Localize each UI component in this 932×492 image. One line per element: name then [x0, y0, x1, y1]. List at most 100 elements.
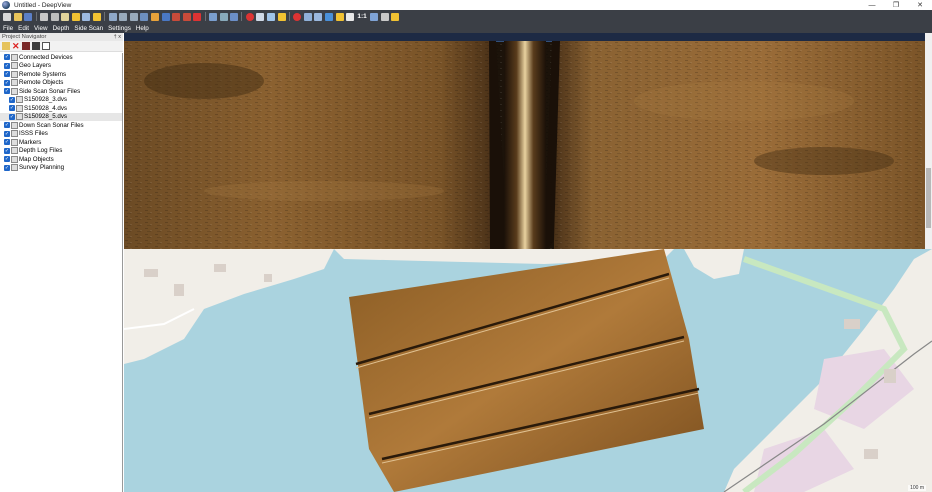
- sonar-connect-icon[interactable]: [303, 12, 312, 21]
- tree-item[interactable]: ✓ S150928_5.dvs: [0, 112, 122, 121]
- export-file-icon[interactable]: [32, 42, 40, 50]
- measure-tool-icon[interactable]: [129, 12, 138, 21]
- file-icon[interactable]: [16, 96, 23, 104]
- sonar-settings-icon[interactable]: [314, 12, 323, 21]
- file-icon[interactable]: [16, 104, 23, 112]
- tree-item[interactable]: ✓ ISSS Files: [0, 130, 122, 139]
- tree-item-label: Map Objects: [19, 155, 54, 163]
- export-icon[interactable]: [266, 12, 275, 21]
- expand-icon[interactable]: [11, 79, 18, 87]
- expand-icon[interactable]: [11, 121, 18, 129]
- map-view[interactable]: 100 m: [124, 249, 932, 492]
- pan-tool-icon[interactable]: [108, 12, 117, 21]
- menu-depth[interactable]: Depth: [51, 25, 72, 32]
- delete-icon[interactable]: ✕: [12, 42, 20, 51]
- checkbox-checked-icon[interactable]: ✓: [9, 113, 15, 120]
- refresh-icon[interactable]: [230, 12, 239, 21]
- scrollbar-thumb[interactable]: [926, 168, 931, 228]
- menu-edit[interactable]: Edit: [16, 25, 31, 32]
- checkbox-checked-icon[interactable]: ✓: [9, 105, 15, 112]
- expand-icon[interactable]: [11, 155, 18, 163]
- grid-icon[interactable]: [219, 12, 228, 21]
- tree-item[interactable]: ✓ Remote Systems: [0, 70, 122, 79]
- checkbox-checked-icon[interactable]: ✓: [4, 62, 10, 69]
- record-icon[interactable]: [245, 12, 254, 21]
- layer-tool-icon[interactable]: [93, 12, 102, 21]
- paste-icon[interactable]: [61, 12, 70, 21]
- rectangle-tool-icon[interactable]: [161, 12, 170, 21]
- layers-icon[interactable]: [208, 12, 217, 21]
- text-tool-icon[interactable]: [71, 12, 80, 21]
- expand-icon[interactable]: [11, 70, 18, 78]
- checkbox-checked-icon[interactable]: ✓: [4, 122, 10, 129]
- tree-item[interactable]: ✓ Geo Layers: [0, 62, 122, 71]
- expand-icon[interactable]: [11, 138, 18, 146]
- tree-item[interactable]: ✓ Depth Log Files: [0, 147, 122, 156]
- save-icon[interactable]: [24, 12, 33, 21]
- checkbox-checked-icon[interactable]: ✓: [4, 164, 10, 171]
- window-icon[interactable]: [42, 42, 50, 50]
- expand-icon[interactable]: [11, 130, 18, 138]
- tree-item[interactable]: ✓ Side Scan Sonar Files: [0, 87, 122, 96]
- menu-view[interactable]: View: [32, 25, 50, 32]
- open-folder-icon[interactable]: [13, 12, 22, 21]
- report-icon[interactable]: [277, 12, 286, 21]
- menu-settings[interactable]: Settings: [106, 25, 133, 32]
- checkbox-checked-icon[interactable]: ✓: [4, 147, 10, 154]
- document-icon[interactable]: [256, 12, 265, 21]
- expand-icon[interactable]: [11, 53, 18, 61]
- maximize-button[interactable]: ❐: [884, 0, 908, 10]
- new-file-icon[interactable]: [3, 12, 12, 21]
- tree-item[interactable]: ✓ Remote Objects: [0, 79, 122, 88]
- properties-icon[interactable]: [22, 42, 30, 50]
- menu-file[interactable]: File: [1, 25, 15, 32]
- expand-icon[interactable]: [11, 62, 18, 70]
- select-tool-icon[interactable]: [119, 12, 128, 21]
- menu-help[interactable]: Help: [134, 25, 151, 32]
- checkbox-checked-icon[interactable]: ✓: [4, 88, 10, 95]
- expand-icon[interactable]: [11, 164, 18, 172]
- pin-close-icon[interactable]: † x: [114, 33, 121, 41]
- menu-side-scan[interactable]: Side Scan: [72, 25, 105, 32]
- image-tool-icon[interactable]: [82, 12, 91, 21]
- record-track-icon[interactable]: [293, 12, 302, 21]
- filter-icon[interactable]: [324, 12, 333, 21]
- tree-item[interactable]: ✓ S150928_3.dvs: [0, 96, 122, 105]
- pen-icon[interactable]: [370, 12, 379, 21]
- tree-item[interactable]: ✓ Connected Devices: [0, 53, 122, 62]
- checkbox-checked-icon[interactable]: ✓: [4, 156, 10, 163]
- file-icon[interactable]: [16, 113, 23, 121]
- copy-icon[interactable]: [50, 12, 59, 21]
- tree-item[interactable]: ✓ Map Objects: [0, 155, 122, 164]
- tree-item[interactable]: ✓ Down Scan Sonar Files: [0, 121, 122, 130]
- checkbox-checked-icon[interactable]: ✓: [4, 130, 10, 137]
- zoom-one-to-one-button[interactable]: 1:1: [357, 13, 366, 20]
- side-scan-waterfall[interactable]: [124, 33, 932, 249]
- cut-icon[interactable]: [40, 12, 49, 21]
- checkbox-checked-icon[interactable]: ✓: [4, 79, 10, 86]
- mosaic-icon[interactable]: [335, 12, 344, 21]
- checkbox-checked-icon[interactable]: ✓: [4, 139, 10, 146]
- tree-item[interactable]: ✓ Markers: [0, 138, 122, 147]
- tile-icon[interactable]: [346, 12, 355, 21]
- vertical-scrollbar[interactable]: [925, 33, 932, 249]
- folder-icon[interactable]: [2, 42, 10, 50]
- redo-icon[interactable]: [182, 12, 191, 21]
- zoom-icon[interactable]: [391, 12, 400, 21]
- close-button[interactable]: ✕: [908, 0, 932, 10]
- undo-icon[interactable]: [172, 12, 181, 21]
- expand-icon[interactable]: [11, 147, 18, 155]
- checkbox-checked-icon[interactable]: ✓: [9, 96, 15, 103]
- tree-item[interactable]: ✓ S150928_4.dvs: [0, 104, 122, 113]
- marker-tool-icon[interactable]: [151, 12, 160, 21]
- expand-icon[interactable]: [11, 87, 18, 95]
- minimize-button[interactable]: —: [860, 0, 884, 10]
- checkbox-checked-icon[interactable]: ✓: [4, 54, 10, 61]
- tree-item-label: S150928_3.dvs: [24, 96, 68, 104]
- ruler-icon[interactable]: [380, 12, 389, 21]
- draw-line-icon[interactable]: [140, 12, 149, 21]
- stop-icon[interactable]: [193, 12, 202, 21]
- tree-item[interactable]: ✓ Survey Planning: [0, 164, 122, 173]
- checkbox-checked-icon[interactable]: ✓: [4, 71, 10, 78]
- tree-item-label: Markers: [19, 138, 42, 146]
